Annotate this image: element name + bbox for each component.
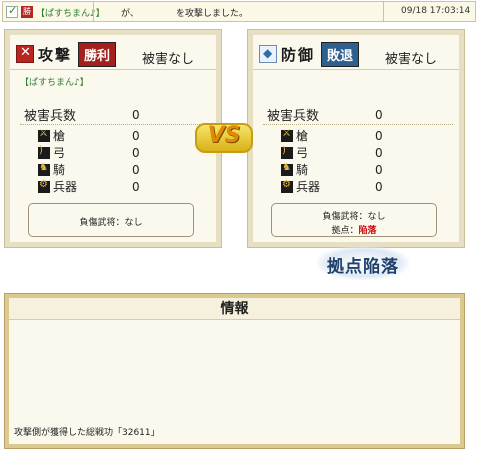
defender-role: 防御 [281,45,316,64]
unit-value: 0 [132,128,140,143]
unit-value: 0 [375,179,383,194]
defender-result-badge: 敗退 [321,41,360,67]
defender-header: 防御 敗退 [259,41,360,67]
header-divider [383,2,384,21]
total-losses-row: 被害兵数 0 [263,105,453,125]
total-losses-label: 被害兵数 [24,109,77,124]
unit-label: 槍 [53,129,66,143]
unit-row-cavalry: 騎 0 [20,161,210,178]
player-link[interactable]: 【ぱすちまん♪】 [36,6,105,19]
bow-icon [281,145,293,159]
unit-value: 0 [375,145,383,160]
unit-row-weapons: 兵器 0 [20,178,210,195]
unit-label: 騎 [296,163,309,177]
horse-icon [281,162,293,176]
timestamp: 09/18 17:03:14 [401,6,471,16]
attacker-losses-table: 被害兵数 0 槍 0 弓 0 騎 0 兵器 0 [20,105,210,195]
weapon-icon [281,179,293,193]
base-fallen-stamp: 拠点陥落 [317,246,409,280]
defender-losses-table: 被害兵数 0 槍 0 弓 0 騎 0 兵器 0 [263,105,453,195]
total-losses-value: 0 [132,107,140,122]
unit-label: 弓 [296,146,309,160]
unit-row-spear: 槍 0 [20,127,210,144]
header-divider [93,2,94,21]
horse-icon [38,162,50,176]
message-connector: が、 [121,9,139,19]
unit-row-bow: 弓 0 [20,144,210,161]
report-header-bar: 勝 【ぱすちまん♪】 が、 を攻撃しました。 09/18 17:03:14 [2,1,476,22]
vs-badge: VS [189,115,259,159]
spear-icon [281,128,293,142]
attacker-role: 攻撃 [38,45,73,64]
injured-generals: 負傷武将：なし [322,212,386,222]
total-losses-row: 被害兵数 0 [20,105,210,125]
defender-casualty-box: 負傷武将：なし 拠点：陥落 [271,203,437,237]
unit-value: 0 [132,179,140,194]
bow-icon [38,145,50,159]
shield-icon [259,45,277,63]
unit-row-weapons: 兵器 0 [263,178,453,195]
vs-label: VS [207,123,241,148]
divider [10,69,216,70]
info-panel: 情報 攻撃側が獲得した総戦功「32611」 [4,293,465,449]
checkbox-icon[interactable] [6,4,18,18]
divider [253,69,459,70]
war-merit-note: 攻撃側が獲得した総戦功「32611」 [14,428,160,438]
unit-row-bow: 弓 0 [263,144,453,161]
unit-label: 弓 [53,146,66,160]
unit-value: 0 [132,145,140,160]
defender-damage-status: 被害なし [385,52,438,67]
total-losses-label: 被害兵数 [267,109,320,124]
unit-label: 騎 [53,163,66,177]
weapon-icon [38,179,50,193]
unit-row-cavalry: 騎 0 [263,161,453,178]
unit-value: 0 [375,162,383,177]
base-status-line: 拠点：陥落 [272,223,436,236]
total-losses-value: 0 [375,107,383,122]
spear-icon [38,128,50,142]
attacker-header: 攻撃 勝利 [16,41,117,67]
attacker-casualty-box: 負傷武将：なし [28,203,194,237]
defender-panel: 防御 敗退 被害なし 被害兵数 0 槍 0 弓 0 騎 0 兵器 0 [247,29,465,248]
stamp-label: 拠点陥落 [327,257,399,277]
unit-label: 槍 [296,129,309,143]
unit-label: 兵器 [296,180,321,194]
crossed-swords-icon [16,45,34,63]
victory-seal-icon: 勝 [21,6,33,18]
attacker-result-badge: 勝利 [78,41,117,67]
unit-row-spear: 槍 0 [263,127,453,144]
message-action: を攻撃しました。 [176,9,249,19]
attacker-damage-status: 被害なし [142,52,195,67]
info-title: 情報 [9,298,460,320]
base-status-label: 拠点： [331,226,359,236]
unit-label: 兵器 [53,180,78,194]
unit-value: 0 [132,162,140,177]
injured-generals: 負傷武将：なし [79,218,143,228]
attacker-player-link[interactable]: 【ぱすちまん♪】 [20,75,89,88]
base-status-value: 陥落 [358,226,377,236]
unit-value: 0 [375,128,383,143]
